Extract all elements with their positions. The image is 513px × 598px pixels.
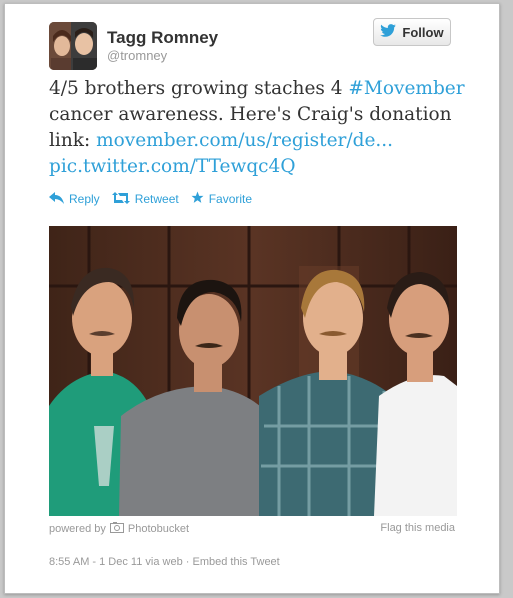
powered-by: powered by Photobucket <box>49 522 189 536</box>
tweet-actions: Reply Retweet Favorite <box>49 190 252 208</box>
donation-link[interactable]: movember.com/us/register/de... <box>96 130 393 151</box>
avatar[interactable] <box>49 22 97 70</box>
reply-label: Reply <box>69 192 100 206</box>
author-name[interactable]: Tagg Romney <box>107 28 218 48</box>
retweet-icon <box>111 191 130 207</box>
photobucket-label[interactable]: Photobucket <box>128 523 189 535</box>
tweet-meta: 8:55 AM - 1 Dec 11 via web · Embed this … <box>49 556 280 568</box>
hashtag-link[interactable]: #Movember <box>348 78 464 99</box>
meta-separator: · <box>185 556 190 568</box>
tweet-photo[interactable] <box>49 226 457 516</box>
flag-media-link[interactable]: Flag this media <box>380 522 455 534</box>
reply-icon <box>49 191 64 207</box>
retweet-button[interactable]: Retweet <box>111 190 179 208</box>
embed-tweet-link[interactable]: Embed this Tweet <box>193 556 280 568</box>
pic-link[interactable]: pic.twitter.com/TTewqc4Q <box>49 156 295 177</box>
tweet-text: 4/5 brothers growing staches 4 #Movember… <box>49 76 469 180</box>
tweet-line3-prefix: link: <box>49 130 97 151</box>
reply-button[interactable]: Reply <box>49 190 100 208</box>
author-handle[interactable]: @tromney <box>107 48 167 63</box>
timestamp[interactable]: 8:55 AM - 1 Dec 11 via web <box>49 556 183 568</box>
favorite-label: Favorite <box>208 192 253 206</box>
photobucket-icon <box>109 522 124 536</box>
favorite-button[interactable]: Favorite <box>191 190 252 208</box>
follow-label: Follow <box>402 24 444 40</box>
star-icon <box>191 191 204 207</box>
tweet-line2: cancer awareness. Here's Craig's donatio… <box>49 104 452 125</box>
powered-by-label: powered by <box>49 523 106 535</box>
twitter-bird-icon <box>380 24 397 40</box>
follow-button[interactable]: Follow <box>373 18 451 46</box>
tweet-line1: 4/5 brothers growing staches 4 <box>49 78 349 99</box>
tweet-card: Tagg Romney @tromney Follow 4/5 brothers… <box>4 3 500 594</box>
retweet-label: Retweet <box>134 192 179 206</box>
